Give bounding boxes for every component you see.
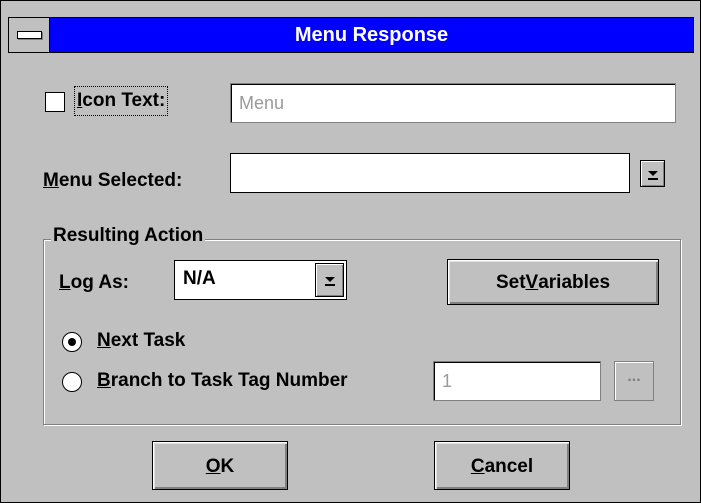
menu-selected-label-mnemonic: M (43, 170, 59, 191)
system-menu-button[interactable] (9, 18, 50, 52)
system-menu-icon (17, 31, 42, 39)
icon-text-label-rest: con Text: (82, 90, 166, 111)
set-variables-label-pre: Set (495, 272, 526, 293)
set-variables-label-rest: ariables (538, 272, 611, 293)
set-variables-button[interactable]: Set Variables (447, 259, 659, 305)
next-task-radio[interactable] (62, 332, 82, 352)
ok-label-mnemonic: O (205, 456, 221, 477)
title-bar: Menu Response (8, 17, 694, 53)
menu-selected-label-rest: enu Selected: (58, 170, 183, 191)
log-as-label-rest: og As: (70, 272, 130, 293)
log-as-value: N/A (183, 268, 216, 289)
icon-text-checkbox[interactable] (45, 92, 65, 112)
next-task-label-rest: ext Task (110, 330, 186, 351)
cancel-label-rest: ancel (484, 456, 534, 477)
browse-button-label: ... (627, 368, 641, 385)
log-as-label: Log As: (59, 271, 129, 295)
branch-label-rest: ranch to Task Tag Number (110, 370, 348, 391)
branch-task-number-value: 1 (442, 371, 453, 391)
branch-radio[interactable] (62, 372, 82, 392)
menu-selected-dropdown-button[interactable] (640, 160, 665, 187)
branch-task-number-input[interactable]: 1 (433, 361, 601, 401)
branch-label-mnemonic: B (97, 370, 111, 391)
next-task-label[interactable]: Next Task (97, 329, 185, 353)
menu-response-dialog: Menu Response Icon Text: Menu Menu Selec… (0, 0, 701, 503)
cancel-button[interactable]: Cancel (434, 441, 570, 490)
menu-selected-field[interactable] (230, 153, 630, 193)
next-task-label-mnemonic: N (97, 330, 111, 351)
menu-selected-label: Menu Selected: (43, 169, 182, 193)
ok-label-rest: K (220, 456, 235, 477)
resulting-action-title: Resulting Action (51, 225, 206, 247)
cancel-label-mnemonic: C (470, 456, 485, 477)
icon-text-value: Menu (239, 93, 285, 113)
branch-label[interactable]: Branch to Task Tag Number (97, 369, 348, 393)
log-as-dropdown-button[interactable] (315, 263, 344, 297)
log-as-label-mnemonic: L (59, 272, 71, 293)
window-title: Menu Response (294, 24, 449, 46)
icon-text-label[interactable]: Icon Text: (73, 86, 169, 116)
chevron-down-icon (325, 277, 335, 286)
browse-button[interactable]: ... (614, 361, 654, 401)
ok-button[interactable]: OK (152, 441, 288, 490)
icon-text-input[interactable]: Menu (230, 83, 676, 123)
chevron-down-icon (648, 171, 658, 180)
set-variables-label-mnemonic: V (525, 272, 539, 293)
